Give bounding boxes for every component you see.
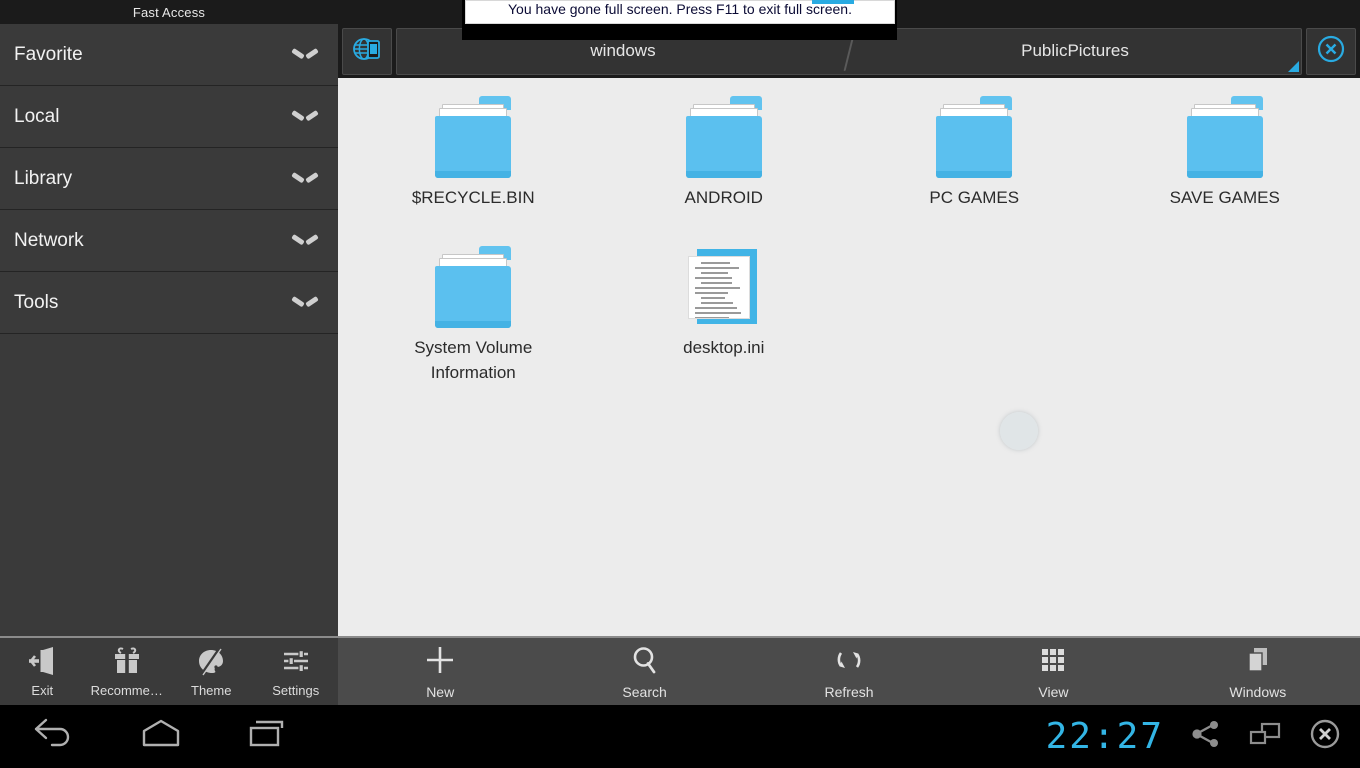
gift-icon [112,646,142,679]
file-label: SAVE GAMES [1169,188,1280,207]
file-label: ANDROID [684,188,763,207]
refresh-label: Refresh [824,683,874,700]
sidebar: Fast Access Favorite Local Library Netwo… [0,0,338,705]
tab-label: windows [590,41,656,60]
home-icon[interactable] [138,717,184,756]
sidebar-item-local[interactable]: Local [0,86,338,148]
sidebar-item-favorite[interactable]: Favorite [0,24,338,86]
exit-label: Exit [31,682,54,698]
settings-button[interactable]: Settings [254,638,339,705]
file-item[interactable]: desktop.ini [599,242,850,392]
file-item[interactable]: SAVE GAMES [1100,92,1351,242]
chevron-down-icon[interactable] [294,172,316,185]
recommend-button[interactable]: Recomme… [85,638,170,705]
file-label: desktop.ini [683,338,765,357]
sidebar-item-library[interactable]: Library [0,148,338,210]
folder-icon [936,96,1013,178]
file-browser-area[interactable]: $RECYCLE.BIN ANDROID PC GAMES SAVE GAMES… [338,78,1360,636]
chevron-down-icon[interactable] [294,296,316,309]
palette-icon [196,646,226,679]
new-button[interactable]: New [338,638,542,705]
theme-label: Theme [191,682,232,698]
sliders-icon [281,646,311,679]
search-label: Search [622,683,667,700]
search-icon [629,644,661,679]
exit-button[interactable]: Exit [0,638,85,705]
recommend-label: Recomme… [90,682,163,698]
clock: 22:27 [1045,716,1164,757]
sidebar-item-network[interactable]: Network [0,210,338,272]
chevron-down-icon[interactable] [294,48,316,61]
exit-icon [27,646,57,679]
bottom-toolbar: New Search Refresh View Windows [338,636,1360,705]
windows-stack-icon [1242,644,1274,679]
touch-indicator [1000,412,1038,450]
tab-publicpictures[interactable]: PublicPictures [849,29,1301,74]
window-icon[interactable] [1248,718,1282,755]
view-label: View [1038,683,1069,700]
folder-icon [1186,96,1263,178]
fast-access-header: Fast Access [0,0,338,24]
sidebar-item-label: Local [14,105,60,127]
settings-label: Settings [272,682,320,698]
file-item[interactable]: PC GAMES [849,92,1100,242]
nav-buttons [0,717,292,756]
file-label: PC GAMES [929,188,1020,207]
file-item[interactable]: $RECYCLE.BIN [348,92,599,242]
globe-device-icon [352,34,382,69]
plus-icon [424,644,456,679]
folder-icon [685,96,762,178]
fast-access-title: Fast Access [132,4,206,20]
windows-label: Windows [1229,683,1287,700]
file-grid: $RECYCLE.BIN ANDROID PC GAMES SAVE GAMES… [348,92,1350,392]
grid-icon [1037,644,1069,679]
file-label: $RECYCLE.BIN [411,188,535,207]
view-button[interactable]: View [951,638,1155,705]
close-circle-icon [1315,33,1347,70]
device-browser-button[interactable] [342,27,392,75]
search-button[interactable]: Search [542,638,746,705]
file-label: System Volume Information [414,338,533,382]
sidebar-list: Favorite Local Library Network Tools [0,24,338,334]
fullscreen-overlay-accent [812,0,854,4]
app-root: Fast Access Favorite Local Library Netwo… [0,0,1360,768]
folder-icon [435,246,512,328]
chevron-down-icon[interactable] [294,110,316,123]
back-arrow-icon[interactable] [30,717,76,756]
refresh-button[interactable]: Refresh [747,638,951,705]
refresh-icon [833,644,865,679]
fullscreen-notification-text: You have gone full screen. Press F11 to … [508,1,852,17]
sidebar-item-label: Library [14,167,73,189]
main-panel: windows PublicPictures $RECYCLE.BIN ANDR… [338,0,1360,705]
recents-icon[interactable] [246,717,292,756]
file-item[interactable]: System Volume Information [348,242,599,392]
sidebar-item-label: Network [14,229,84,251]
android-nav-bar: 22:27 [0,705,1360,768]
left-toolbar: Exit Recomme… Theme Settings [0,636,338,705]
chevron-down-icon[interactable] [294,234,316,247]
folder-icon [435,96,512,178]
sidebar-item-tools[interactable]: Tools [0,272,338,334]
file-item[interactable]: ANDROID [599,92,850,242]
close-tab-button[interactable] [1306,27,1356,75]
new-label: New [426,683,455,700]
ini-file-icon [686,246,762,328]
sidebar-item-label: Tools [14,291,59,313]
theme-button[interactable]: Theme [169,638,254,705]
share-icon[interactable] [1190,718,1222,755]
resize-handle-icon[interactable] [1288,60,1299,72]
close-circle-icon[interactable] [1308,717,1342,756]
tab-label: PublicPictures [1021,41,1129,60]
sidebar-item-label: Favorite [14,43,83,65]
windows-button[interactable]: Windows [1156,638,1360,705]
nav-status-area: 22:27 [1046,705,1342,768]
